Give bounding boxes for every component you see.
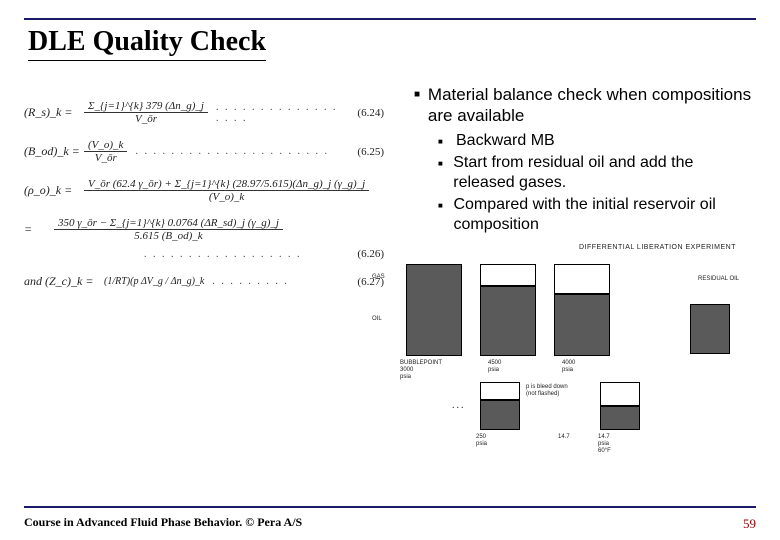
label-text: psia	[476, 441, 487, 448]
diagram-side-label-gas: GAS	[372, 274, 385, 281]
equation-row: and (Z_c)_k = (1/RT)(p ΔV_g / Δn_g)_k . …	[24, 274, 384, 289]
label-text: 60°F	[598, 448, 611, 455]
eq-dots: . . . . . . . . . . . . . . . . . .	[208, 102, 338, 124]
eq-denominator: V_ōr	[91, 152, 121, 164]
diagram-stage	[690, 304, 730, 354]
diagram-title: DIFFERENTIAL LIBERATION EXPERIMENT	[579, 244, 736, 251]
eq-lhs: (R_s)_k =	[24, 105, 84, 120]
label-text: (not flashed)	[526, 391, 568, 398]
bullet-level2: ■ Start from residual oil and add the re…	[438, 153, 756, 193]
bullet-text: Start from residual oil and add the rele…	[453, 153, 756, 193]
eq-fraction: Σ_{j=1}^{k} 379 (Δn_g)_j V_ōr	[84, 100, 208, 125]
diagram-stage	[554, 264, 610, 356]
bullet-square-icon: ■	[438, 195, 453, 235]
label-text: psia	[562, 367, 575, 374]
page-number: 59	[743, 516, 756, 532]
equations-column: (R_s)_k = Σ_{j=1}^{k} 379 (Δn_g)_j V_ōr …	[24, 80, 404, 480]
label-text: 4500	[488, 360, 501, 367]
diagram-stage-label: 4500 psia	[488, 360, 501, 374]
diagram-oil-box	[480, 286, 536, 356]
bullet-text: Material balance check when compositions…	[428, 84, 756, 127]
eq-ref: (6.24)	[338, 107, 384, 119]
eq-dots: . . . . . . . . . . . . . . . . . . . . …	[127, 146, 338, 157]
diagram-stage	[480, 264, 536, 356]
diagram-stage-label: BUBBLEPOINT 3000 psia	[400, 360, 442, 381]
diagram-oil-box	[406, 264, 462, 356]
diagram-stage-note: p is bleed down (not flashed)	[526, 384, 568, 398]
diagram-ellipsis: ...	[452, 400, 466, 411]
diagram-gas-box	[480, 264, 536, 286]
equation-row: (R_s)_k = Σ_{j=1}^{k} 379 (Δn_g)_j V_ōr …	[24, 100, 384, 125]
footer-text: Course in Advanced Fluid Phase Behavior.…	[24, 515, 302, 530]
bullet-level2: ■ Compared with the initial reservoir oi…	[438, 195, 756, 235]
label-text: 14.7	[598, 434, 611, 441]
bullet-level2: ■ Backward MB	[438, 131, 756, 151]
label-text: p is bleed down	[526, 384, 568, 391]
diagram-side-label-oil: OIL	[372, 316, 382, 323]
equation-ref-row: . . . . . . . . . . . . . . . . . . (6.2…	[24, 248, 384, 260]
diagram-oil-box	[554, 294, 610, 356]
label-text: 14.7	[558, 434, 570, 441]
label-text: 3000	[400, 367, 413, 373]
dle-diagram: DIFFERENTIAL LIBERATION EXPERIMENT GAS O…	[400, 244, 760, 454]
equation-row: (ρ_o)_k = V_ōr (62.4 γ_ōr) + Σ_{j=1}^{k}…	[24, 178, 384, 203]
eq-numerator: 350 γ_ōr − Σ_{j=1}^{k} 0.0764 (ΔR_sd)_j …	[54, 217, 283, 230]
equation-row: (B_od)_k = (V_o)_k V_ōr . . . . . . . . …	[24, 139, 384, 164]
eq-denominator: V_ōr	[131, 113, 161, 125]
diagram-oil-box	[480, 400, 520, 430]
label-text: psia	[598, 441, 611, 448]
eq-fraction: (V_o)_k V_ōr	[84, 139, 127, 164]
eq-dots: . . . . . . . . . . . . . . . . . .	[24, 249, 338, 260]
title-rule	[24, 18, 756, 20]
diagram-oil-box	[600, 406, 640, 430]
diagram-gas-box	[480, 382, 520, 400]
slide-title: DLE Quality Check	[28, 26, 266, 61]
diagram-gas-box	[600, 382, 640, 406]
bullet-square-icon: ■	[414, 84, 428, 127]
eq-fraction: V_ōr (62.4 γ_ōr) + Σ_{j=1}^{k} (28.97/5.…	[84, 178, 369, 203]
diagram-stage-label: 250 psia	[476, 434, 487, 448]
eq-lhs: (ρ_o)_k =	[24, 183, 84, 198]
diagram-residual-label: RESIDUAL OIL	[698, 276, 758, 283]
diagram-stage	[406, 264, 462, 356]
eq-lhs: =	[24, 222, 54, 237]
eq-ref: (6.25)	[338, 146, 384, 158]
eq-dots: . . . . . . . . .	[204, 276, 338, 287]
eq-denominator: 5.615 (B_od)_k	[130, 230, 206, 242]
eq-numerator: (V_o)_k	[84, 139, 127, 152]
footer-rule	[24, 506, 756, 508]
bullet-text: Compared with the initial reservoir oil …	[453, 195, 756, 235]
diagram-stage-label: 14.7 psia 60°F	[598, 434, 611, 455]
eq-ref: (6.26)	[338, 248, 384, 260]
label-text: psia	[488, 367, 501, 374]
equation-row: = 350 γ_ōr − Σ_{j=1}^{k} 0.0764 (ΔR_sd)_…	[24, 217, 384, 242]
eq-lhs: (B_od)_k =	[24, 144, 84, 159]
eq-numerator: V_ōr (62.4 γ_ōr) + Σ_{j=1}^{k} (28.97/5.…	[84, 178, 369, 191]
eq-lhs: and (Z_c)_k =	[24, 274, 104, 289]
bullet-text: Backward MB	[456, 131, 555, 151]
diagram-stage	[480, 382, 520, 430]
eq-denominator: (V_o)_k	[205, 191, 248, 203]
diagram-stage-label: 4000 psia	[562, 360, 575, 374]
eq-fraction: 350 γ_ōr − Σ_{j=1}^{k} 0.0764 (ΔR_sd)_j …	[54, 217, 283, 242]
bullet-square-icon: ■	[438, 153, 453, 193]
bullet-square-icon: ■	[438, 131, 456, 151]
label-text: psia	[400, 374, 442, 381]
diagram-gas-box	[554, 264, 610, 294]
eq-numerator: Σ_{j=1}^{k} 379 (Δn_g)_j	[84, 100, 208, 113]
label-text: 4000	[562, 360, 575, 367]
label-text: BUBBLEPOINT	[400, 360, 442, 367]
diagram-stage-label: 14.7	[558, 434, 570, 441]
diagram-oil-box	[690, 304, 730, 354]
label-text: 250	[476, 434, 487, 441]
eq-body: (1/RT)(p ΔV_g / Δn_g)_k	[104, 276, 204, 287]
bullet-level1: ■ Material balance check when compositio…	[414, 84, 756, 127]
diagram-stage	[600, 382, 640, 430]
